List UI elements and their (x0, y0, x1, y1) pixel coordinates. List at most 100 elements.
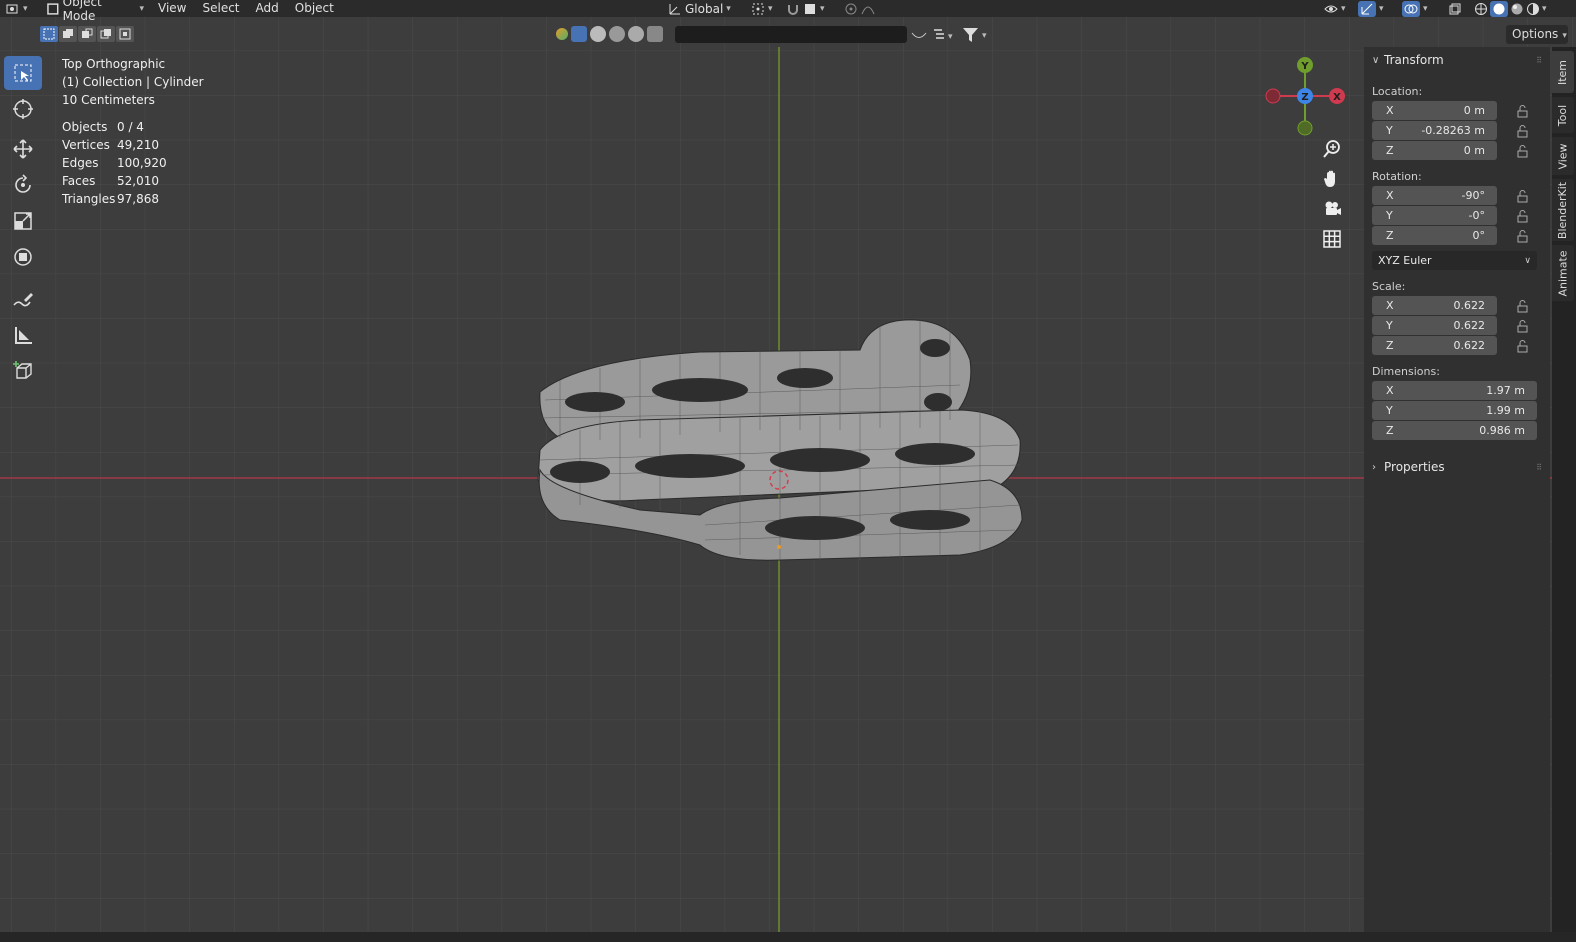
field-value: -0° (1468, 209, 1485, 222)
location-x-field[interactable]: X 0 m (1372, 101, 1497, 120)
unlock-icon[interactable] (1515, 319, 1529, 333)
gizmo-toggle[interactable]: ▾ (1352, 0, 1390, 17)
proportional-editing-toggle[interactable] (838, 2, 881, 16)
rotation-z-field[interactable]: Z 0° (1372, 226, 1497, 245)
field-value: 0 m (1463, 144, 1485, 157)
tab-view[interactable]: View (1552, 137, 1574, 175)
tool-add-cube[interactable] (4, 354, 42, 388)
overlays-toggle[interactable]: ▾ (1396, 0, 1434, 17)
tab-tool[interactable]: Tool (1552, 97, 1574, 133)
scale-x-field[interactable]: X 0.622 (1372, 296, 1497, 315)
unlock-icon[interactable] (1515, 339, 1529, 353)
scale-y-field[interactable]: Y 0.622 (1372, 316, 1497, 335)
rendered-shading-icon[interactable] (1526, 2, 1540, 16)
zoom-button[interactable] (1318, 138, 1346, 160)
unlock-icon[interactable] (1515, 144, 1529, 158)
overlays-icon (1402, 0, 1420, 17)
menu-view[interactable]: View (150, 0, 194, 17)
camera-view-button[interactable] (1318, 198, 1346, 220)
drag-handle-icon[interactable]: ⠿ (1536, 463, 1542, 472)
drag-handle-icon[interactable]: ⠿ (1536, 56, 1542, 65)
options-dropdown[interactable]: Options ▾ (1506, 25, 1568, 44)
rotation-x-field[interactable]: X -90° (1372, 186, 1497, 205)
menu-select[interactable]: Select (194, 0, 247, 17)
unlock-icon[interactable] (1515, 104, 1529, 118)
tool-cursor[interactable] (4, 92, 42, 126)
tool-measure[interactable] (4, 318, 42, 352)
tab-tool-label: Tool (1556, 104, 1570, 126)
editor-type-button[interactable]: ▾ (0, 2, 40, 16)
unlock-icon[interactable] (1515, 189, 1529, 203)
xray-toggle[interactable] (1442, 2, 1468, 16)
search-input[interactable] (675, 26, 907, 43)
properties-section-header[interactable]: › Properties ⠿ (1364, 454, 1550, 480)
add-cube-icon (13, 361, 32, 379)
tool-rotate[interactable] (4, 168, 42, 202)
stat-label: Edges (62, 156, 99, 170)
select-extend-button[interactable] (59, 26, 77, 42)
tab-animate[interactable]: Animate (1552, 245, 1574, 301)
tool-transform[interactable] (4, 240, 42, 274)
gizmo-icon (1358, 0, 1376, 17)
menu-object[interactable]: Object (287, 0, 342, 17)
navigation-gizmo[interactable]: Y X Z (1262, 56, 1346, 140)
tool-annotate[interactable] (4, 282, 42, 316)
rotation-mode-dropdown[interactable]: XYZ Euler ∨ (1372, 251, 1537, 270)
chevron-right-icon: › (1372, 461, 1376, 473)
tab-blenderkit[interactable]: BlenderKit (1552, 179, 1574, 241)
material-shading-icon[interactable] (1510, 2, 1524, 16)
solid-shading-icon[interactable] (1490, 0, 1508, 17)
chevron-down-icon: ▾ (1542, 3, 1547, 14)
dimensions-y-field[interactable]: Y 1.99 m (1372, 401, 1537, 420)
scale-x-row: X 0.622 (1372, 296, 1550, 315)
tool-select-box[interactable] (4, 56, 42, 90)
snap-toggle[interactable]: ▾ (780, 2, 831, 16)
pan-button[interactable] (1318, 168, 1346, 190)
dimensions-z-field[interactable]: Z 0.986 m (1372, 421, 1537, 440)
restrict-toggle-icon[interactable] (910, 28, 928, 42)
location-z-field[interactable]: Z 0 m (1372, 141, 1497, 160)
scale-z-field[interactable]: Z 0.622 (1372, 336, 1497, 355)
tool-move[interactable] (4, 132, 42, 166)
sphere-filter-icon[interactable] (590, 26, 606, 42)
select-new-button[interactable] (40, 26, 58, 42)
unlock-icon[interactable] (1515, 229, 1529, 243)
select-filter-icon[interactable] (571, 26, 587, 42)
mesh-filter-icon[interactable] (556, 28, 568, 40)
shading-modes[interactable]: ▾ (1468, 0, 1553, 17)
stat-row: Triangles 97,868 (62, 190, 167, 208)
unlock-icon[interactable] (1515, 299, 1529, 313)
dimensions-x-field[interactable]: X 1.97 m (1372, 381, 1537, 400)
world-filter-icon[interactable] (628, 26, 644, 42)
annotate-icon (13, 293, 33, 307)
select-intersect-button[interactable] (116, 26, 134, 42)
blender-window: ▾ Object Mode ▾ View Select Add Object G… (0, 0, 1576, 942)
display-mode-icon[interactable]: ▾ (932, 27, 958, 43)
unlock-icon[interactable] (1515, 209, 1529, 223)
ortho-toggle-button[interactable] (1318, 228, 1346, 250)
light-filter-icon[interactable] (609, 26, 625, 42)
rotation-y-field[interactable]: Y -0° (1372, 206, 1497, 225)
camera-filter-icon[interactable] (647, 26, 663, 42)
tab-item[interactable]: Item (1552, 51, 1574, 93)
location-y-row: Y -0.28263 m (1372, 121, 1550, 140)
visibility-dropdown[interactable]: ▾ (1318, 2, 1352, 16)
unlock-icon[interactable] (1515, 124, 1529, 138)
mode-dropdown[interactable]: Object Mode ▾ (40, 0, 150, 23)
location-label: Location: (1372, 85, 1423, 98)
options-label: Options (1512, 27, 1559, 41)
location-y-field[interactable]: Y -0.28263 m (1372, 121, 1497, 140)
wireframe-shading-icon[interactable] (1474, 2, 1488, 16)
transform-section-header[interactable]: ∨ Transform ⠿ (1364, 47, 1550, 73)
tool-scale[interactable] (4, 204, 42, 238)
transform-orientation-dropdown[interactable]: Global ▾ (662, 2, 737, 16)
select-subtract-button[interactable] (78, 26, 96, 42)
chevron-down-icon: ▾ (23, 3, 28, 14)
field-value: 1.97 m (1486, 384, 1525, 397)
select-difference-button[interactable] (97, 26, 115, 42)
filter-icon[interactable]: ▾ (962, 26, 992, 44)
menu-add[interactable]: Add (248, 0, 287, 17)
transform-icon (14, 248, 32, 266)
pivot-dropdown[interactable]: ▾ (745, 2, 779, 16)
location-z-row: Z 0 m (1372, 141, 1550, 160)
